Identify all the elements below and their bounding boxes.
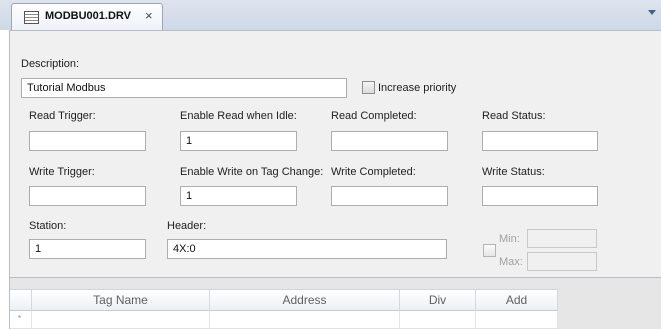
write-trigger-field[interactable] bbox=[29, 186, 146, 206]
close-icon[interactable]: × bbox=[145, 9, 153, 23]
add-cell[interactable] bbox=[476, 311, 558, 329]
column-header-address[interactable]: Address bbox=[210, 290, 400, 311]
max-label: Max: bbox=[499, 256, 523, 268]
write-status-label: Write Status: bbox=[482, 166, 545, 178]
write-trigger-label: Write Trigger: bbox=[29, 166, 95, 178]
chevron-down-icon[interactable] bbox=[648, 10, 656, 15]
max-field[interactable] bbox=[527, 252, 597, 271]
read-status-field[interactable] bbox=[482, 131, 598, 151]
enable-write-on-tag-change-field[interactable]: 1 bbox=[180, 186, 297, 206]
tab-title: MODBU001.DRV bbox=[45, 10, 131, 22]
write-status-field[interactable] bbox=[482, 186, 598, 206]
row-selector[interactable]: * bbox=[10, 311, 32, 329]
header-field[interactable]: 4X:0 bbox=[167, 239, 447, 259]
read-completed-label: Read Completed: bbox=[331, 110, 417, 122]
table-row[interactable]: * bbox=[10, 311, 558, 329]
column-header-tag-name[interactable]: Tag Name bbox=[32, 290, 210, 311]
tag-grid-header: Tag Name Address Div Add bbox=[10, 289, 558, 311]
new-row-marker: * bbox=[18, 314, 22, 323]
min-max-checkbox[interactable] bbox=[483, 244, 496, 257]
enable-read-when-idle-field[interactable]: 1 bbox=[180, 131, 297, 151]
driver-file-icon bbox=[24, 11, 39, 24]
div-cell[interactable] bbox=[400, 311, 476, 329]
description-field[interactable]: Tutorial Modbus bbox=[21, 78, 347, 98]
enable-read-when-idle-label: Enable Read when Idle: bbox=[180, 110, 297, 122]
increase-priority-checkbox[interactable] bbox=[362, 81, 375, 94]
enable-write-on-tag-change-label: Enable Write on Tag Change: bbox=[180, 166, 324, 178]
tag-name-cell[interactable] bbox=[32, 311, 210, 329]
read-trigger-field[interactable] bbox=[29, 131, 146, 151]
min-field[interactable] bbox=[527, 229, 597, 248]
column-header-add[interactable]: Add bbox=[476, 290, 558, 311]
read-trigger-label: Read Trigger: bbox=[29, 110, 96, 122]
document-tab[interactable]: MODBU001.DRV × bbox=[11, 3, 163, 30]
increase-priority-label: Increase priority bbox=[378, 82, 457, 94]
min-label: Min: bbox=[499, 233, 520, 245]
read-status-label: Read Status: bbox=[482, 110, 546, 122]
header-label: Header: bbox=[167, 220, 207, 232]
station-field[interactable]: 1 bbox=[29, 239, 146, 259]
address-cell[interactable] bbox=[210, 311, 400, 329]
station-label: Station: bbox=[29, 220, 67, 232]
description-label: Description: bbox=[21, 58, 80, 70]
write-completed-label: Write Completed: bbox=[331, 166, 416, 178]
column-header-div[interactable]: Div bbox=[400, 290, 476, 311]
write-completed-field[interactable] bbox=[331, 186, 448, 206]
read-completed-field[interactable] bbox=[331, 131, 448, 151]
row-selector-header bbox=[10, 290, 32, 311]
